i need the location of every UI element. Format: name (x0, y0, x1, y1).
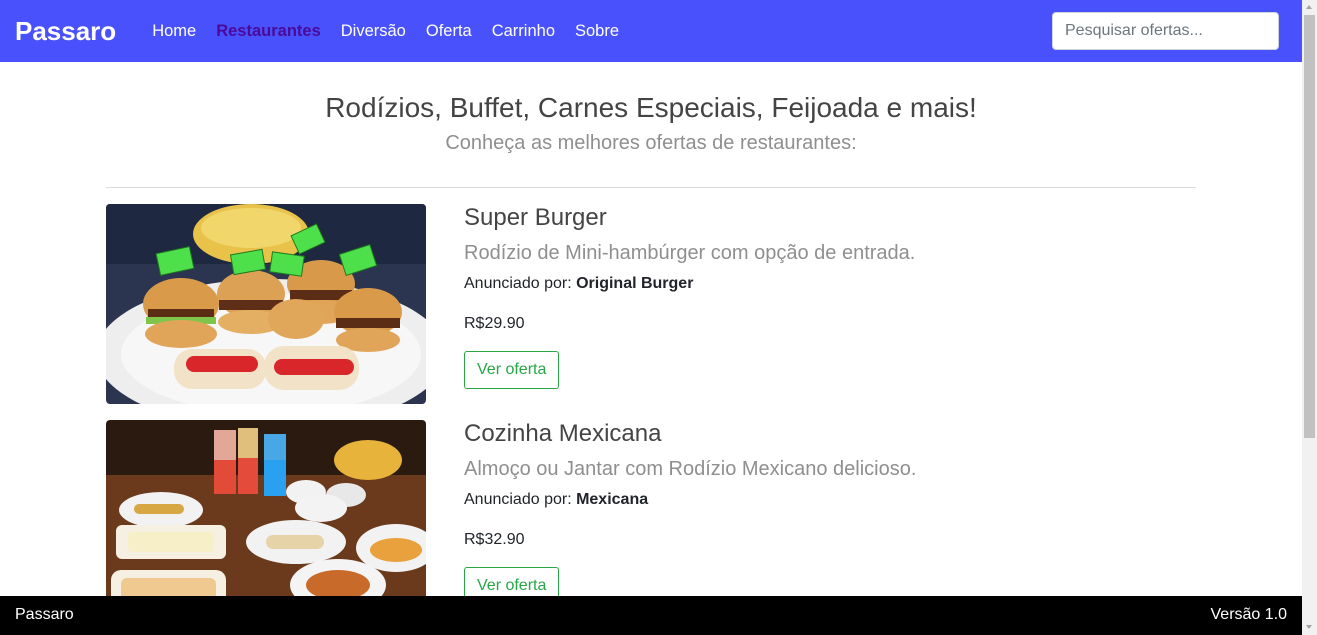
scroll-up-arrow-icon[interactable] (1302, 0, 1317, 15)
offer-description: Rodízio de Mini-hambúrger com opção de e… (464, 242, 916, 264)
offer-body: Cozinha Mexicana Almoço ou Jantar com Ro… (464, 420, 916, 605)
offer-title[interactable]: Cozinha Mexicana (464, 420, 916, 448)
footer-version: Versão 1.0 (1210, 606, 1288, 623)
advertiser-name: Original Burger (576, 275, 694, 292)
header-divider (106, 187, 1196, 188)
nav-link-oferta[interactable]: Oferta (426, 22, 472, 41)
nav-link-restaurantes[interactable]: Restaurantes (216, 22, 321, 41)
offer-price: R$29.90 (464, 315, 525, 332)
advertiser-prefix: Anunciado por: (464, 275, 577, 292)
scrollbar-thumb[interactable] (1304, 15, 1315, 438)
top-navbar: Passaro Home Restaurantes Diversão Ofert… (0, 0, 1302, 62)
offer-description: Almoço ou Jantar com Rodízio Mexicano de… (464, 458, 917, 480)
advertiser-name: Mexicana (576, 491, 649, 508)
offer-title[interactable]: Super Burger (464, 204, 915, 232)
offer-price: R$32.90 (464, 531, 525, 548)
nav-link-diversao[interactable]: Diversão (341, 22, 406, 41)
search-input[interactable] (1052, 12, 1279, 50)
brand-logo[interactable]: Passaro (15, 16, 116, 47)
offer-advertiser: Anunciado por: Original Burger (464, 275, 915, 293)
nav-links: Home Restaurantes Diversão Oferta Carrin… (142, 22, 629, 41)
page-header: Rodízios, Buffet, Carnes Especiais, Feij… (0, 62, 1302, 155)
page-subtitle: Conheça as melhores ofertas de restauran… (445, 132, 857, 154)
vertical-scrollbar[interactable] (1302, 0, 1317, 635)
offer-body: Super Burger Rodízio de Mini-hambúrger c… (464, 204, 915, 389)
nav-link-home[interactable]: Home (152, 22, 196, 41)
page-title: Rodízios, Buffet, Carnes Especiais, Feij… (325, 92, 977, 123)
footer-brand: Passaro (15, 606, 74, 623)
offer-advertiser: Anunciado por: Mexicana (464, 491, 916, 509)
view-offer-button[interactable]: Ver oferta (464, 351, 560, 389)
offer-card: Super Burger Rodízio de Mini-hambúrger c… (106, 204, 1196, 404)
scroll-down-arrow-icon[interactable] (1302, 620, 1317, 635)
offer-card: Cozinha Mexicana Almoço ou Jantar com Ro… (106, 420, 1196, 620)
nav-link-carrinho[interactable]: Carrinho (492, 22, 555, 41)
advertiser-prefix: Anunciado por: (464, 491, 577, 508)
offer-image-burger (106, 204, 426, 404)
footer: Passaro Versão 1.0 (0, 596, 1302, 635)
nav-link-sobre[interactable]: Sobre (575, 22, 619, 41)
offer-image-mexican (106, 420, 426, 620)
